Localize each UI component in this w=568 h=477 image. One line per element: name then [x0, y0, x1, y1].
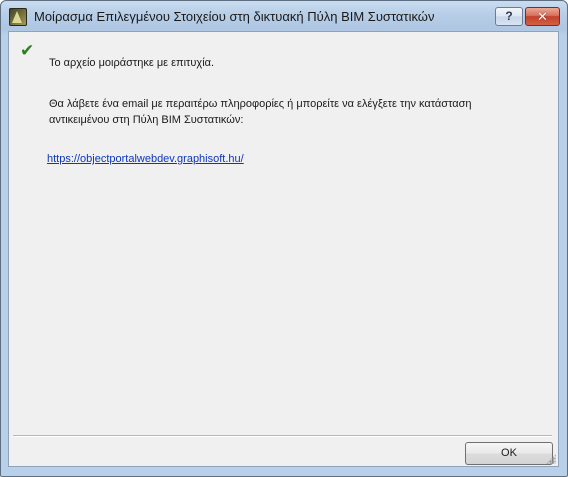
- close-button[interactable]: ✕: [525, 7, 560, 26]
- info-message: Θα λάβετε ένα email με περαιτέρω πληροφο…: [49, 98, 472, 126]
- dialog-content: ✔ Το αρχείο μοιράστηκε με επιτυχία. Θα λ…: [8, 31, 559, 467]
- footer-divider: [13, 435, 552, 437]
- app-icon[interactable]: [9, 8, 27, 26]
- checkmark-icon: ✔: [20, 41, 35, 60]
- ok-button[interactable]: OK: [465, 442, 553, 465]
- title-bar[interactable]: Μοίρασμα Επιλεγμένου Στοιχείου στη δικτυ…: [1, 1, 567, 31]
- help-button[interactable]: ?: [495, 7, 523, 26]
- window-title: Μοίρασμα Επιλεγμένου Στοιχείου στη δικτυ…: [34, 9, 435, 24]
- success-message: Το αρχείο μοιράστηκε με επιτυχία.: [49, 57, 215, 69]
- close-icon: ✕: [537, 9, 548, 24]
- question-mark-icon: ?: [505, 9, 513, 23]
- dialog-window: Μοίρασμα Επιλεγμένου Στοιχείου στη δικτυ…: [0, 0, 568, 477]
- portal-link[interactable]: https://objectportalwebdev.graphisoft.hu…: [47, 153, 244, 165]
